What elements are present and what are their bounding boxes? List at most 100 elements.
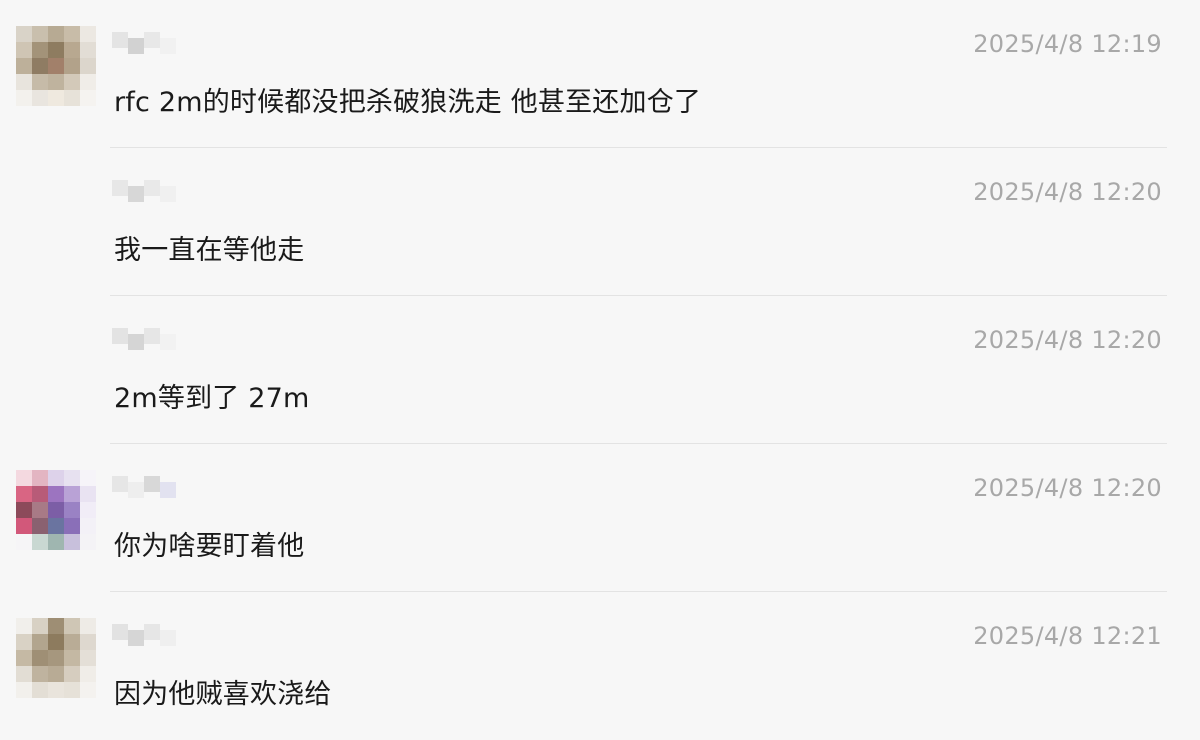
- message-timestamp: 2025/4/8 12:21: [973, 622, 1162, 650]
- message-text: 因为他贼喜欢浇给: [114, 679, 332, 710]
- sender-name-blurred[interactable]: [112, 176, 176, 208]
- avatar-pixel: [32, 42, 48, 58]
- avatar-pixel: [64, 634, 80, 650]
- avatar-pixel: [80, 42, 96, 58]
- avatar-pixel: [64, 26, 80, 42]
- avatar-pixel: [64, 74, 80, 90]
- avatar-pixel: [32, 58, 48, 74]
- avatar-pixel: [32, 518, 48, 534]
- avatar-pixel: [32, 470, 48, 486]
- avatar-pixel: [48, 74, 64, 90]
- name-pixel: [128, 630, 144, 646]
- avatar-pixel: [80, 90, 96, 106]
- avatar-pixel: [16, 470, 32, 486]
- chat-message: 2025/4/8 12:20 我一直在等他走: [0, 148, 1200, 296]
- name-pixel: [144, 476, 160, 492]
- avatar-pixel: [32, 666, 48, 682]
- avatar-pixel: [64, 470, 80, 486]
- avatar[interactable]: [16, 618, 96, 698]
- avatar-pixel: [80, 534, 96, 550]
- avatar-pixel: [80, 634, 96, 650]
- avatar-pixel: [80, 486, 96, 502]
- avatar-pixel: [32, 502, 48, 518]
- avatar-pixel: [16, 634, 32, 650]
- avatar-pixel: [32, 618, 48, 634]
- avatar-pixel: [64, 534, 80, 550]
- avatar-pixel: [48, 486, 64, 502]
- avatar-pixel: [16, 518, 32, 534]
- avatar-pixel: [16, 502, 32, 518]
- avatar-pixel: [48, 682, 64, 698]
- avatar-pixel: [48, 534, 64, 550]
- avatar-pixel: [32, 486, 48, 502]
- name-pixel: [112, 180, 128, 196]
- message-timestamp: 2025/4/8 12:20: [973, 326, 1162, 354]
- avatar-pixel: [80, 502, 96, 518]
- avatar[interactable]: [16, 470, 96, 550]
- avatar-pixel: [48, 502, 64, 518]
- message-timestamp: 2025/4/8 12:20: [973, 178, 1162, 206]
- avatar-pixel: [48, 90, 64, 106]
- avatar-pixel: [48, 26, 64, 42]
- name-pixel: [160, 482, 176, 498]
- avatar-pixel: [64, 502, 80, 518]
- name-pixel: [128, 482, 144, 498]
- avatar-pixel: [80, 74, 96, 90]
- avatar-pixel: [48, 58, 64, 74]
- avatar-pixel: [16, 42, 32, 58]
- avatar-pixel: [32, 650, 48, 666]
- avatar-pixel: [64, 618, 80, 634]
- sender-name-blurred[interactable]: [112, 324, 176, 356]
- message-text: 2m等到了 27m: [114, 383, 310, 414]
- sender-name-blurred[interactable]: [112, 620, 176, 652]
- avatar[interactable]: [16, 26, 96, 106]
- avatar-pixel: [32, 682, 48, 698]
- avatar-pixel: [64, 666, 80, 682]
- name-pixel: [112, 476, 128, 492]
- avatar-pixel: [64, 58, 80, 74]
- name-pixel: [144, 180, 160, 196]
- avatar-pixel: [32, 26, 48, 42]
- message-text: rfc 2m的时候都没把杀破狼洗走 他甚至还加仓了: [114, 87, 702, 118]
- name-pixel: [144, 32, 160, 48]
- avatar-pixel: [16, 682, 32, 698]
- avatar-pixel: [80, 666, 96, 682]
- name-pixel: [112, 328, 128, 344]
- name-pixel: [160, 186, 176, 202]
- sender-name-blurred[interactable]: [112, 28, 176, 60]
- avatar-pixel: [64, 42, 80, 58]
- chat-message: 2025/4/8 12:21 因为他贼喜欢浇给: [0, 592, 1200, 740]
- message-text: 我一直在等他走: [114, 235, 305, 266]
- avatar-pixel: [80, 26, 96, 42]
- avatar-pixel: [48, 634, 64, 650]
- name-pixel: [160, 334, 176, 350]
- avatar-pixel: [48, 650, 64, 666]
- sender-name-blurred[interactable]: [112, 472, 176, 504]
- name-pixel: [112, 32, 128, 48]
- avatar-pixel: [32, 74, 48, 90]
- name-pixel: [160, 38, 176, 54]
- name-pixel: [128, 334, 144, 350]
- avatar-pixel: [80, 58, 96, 74]
- name-pixel: [128, 186, 144, 202]
- avatar-pixel: [48, 666, 64, 682]
- avatar-pixel: [16, 618, 32, 634]
- avatar-pixel: [32, 90, 48, 106]
- name-pixel: [144, 328, 160, 344]
- avatar-pixel: [64, 90, 80, 106]
- avatar-pixel: [48, 518, 64, 534]
- avatar-pixel: [16, 26, 32, 42]
- chat-message: 2025/4/8 12:20 2m等到了 27m: [0, 296, 1200, 444]
- avatar-pixel: [80, 682, 96, 698]
- avatar-pixel: [32, 534, 48, 550]
- avatar-pixel: [16, 58, 32, 74]
- name-pixel: [144, 624, 160, 640]
- avatar-pixel: [16, 650, 32, 666]
- avatar-pixel: [16, 534, 32, 550]
- avatar-pixel: [80, 618, 96, 634]
- avatar-pixel: [64, 682, 80, 698]
- message-text: 你为啥要盯着他: [114, 531, 305, 562]
- avatar-pixel: [80, 650, 96, 666]
- avatar-pixel: [16, 486, 32, 502]
- avatar-pixel: [64, 518, 80, 534]
